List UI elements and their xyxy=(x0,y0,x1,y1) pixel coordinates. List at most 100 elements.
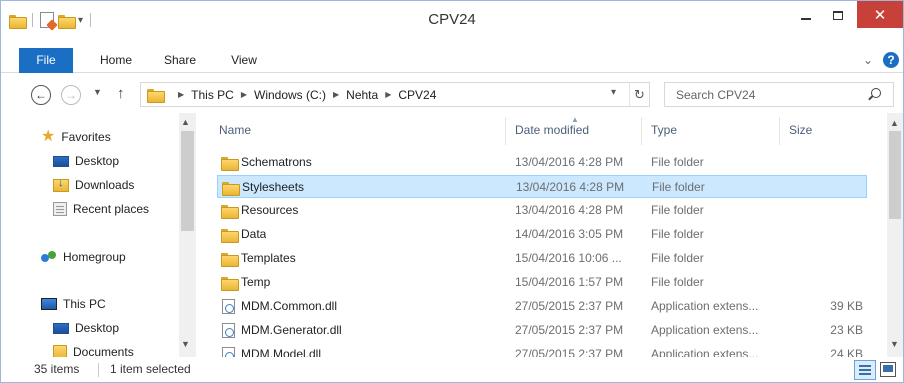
tab-view[interactable]: View xyxy=(222,48,266,73)
scroll-down-chevron-icon[interactable]: ▼ xyxy=(181,339,190,349)
nav-favorites[interactable]: ★ Favorites xyxy=(41,127,111,147)
nav-homegroup[interactable]: Homegroup xyxy=(41,247,126,267)
file-type: File folder xyxy=(651,227,704,241)
folder-icon xyxy=(221,276,239,291)
file-type: Application extens... xyxy=(651,299,759,313)
file-date-modified: 13/04/2016 4:28 PM xyxy=(515,203,624,217)
status-separator xyxy=(98,363,99,377)
maximize-button[interactable] xyxy=(823,1,853,29)
file-size xyxy=(807,223,863,246)
table-row[interactable]: Temp 15/04/2016 1:57 PM File folder xyxy=(217,271,867,294)
table-row[interactable]: Templates 15/04/2016 10:06 ... File folder xyxy=(217,247,867,270)
folder-icon xyxy=(221,228,239,243)
file-name: MDM.Generator.dll xyxy=(241,323,342,337)
close-icon: ✕ xyxy=(873,6,887,24)
item-count: 35 items xyxy=(34,362,80,376)
breadcrumb-this-pc[interactable]: This PC xyxy=(191,88,234,102)
column-header-date-modified[interactable]: Date modified xyxy=(515,123,589,137)
breadcrumb: ▶ This PC ▶ Windows (C:) ▶ Nehta ▶ CPV24 xyxy=(171,83,436,106)
up-button[interactable]: ↑ xyxy=(117,85,125,102)
details-view-icon[interactable] xyxy=(854,360,876,380)
dll-file-icon xyxy=(222,347,235,357)
search-box xyxy=(664,82,894,107)
address-dropdown-chevron-icon[interactable]: ▾ xyxy=(611,87,616,98)
folder-icon xyxy=(222,181,240,196)
column-header-type[interactable]: Type xyxy=(651,123,677,137)
nav-item-label: Desktop xyxy=(75,154,120,168)
recent-locations-chevron-icon[interactable]: ▼ xyxy=(93,87,102,97)
large-icons-view-icon[interactable] xyxy=(880,362,896,377)
column-separator[interactable] xyxy=(505,117,506,145)
table-row[interactable]: Schematrons 13/04/2016 4:28 PM File folder xyxy=(217,151,867,174)
scroll-up-chevron-icon[interactable]: ▲ xyxy=(890,118,899,128)
nav-item-documents[interactable]: Documents xyxy=(53,342,134,357)
breadcrumb-separator-icon[interactable]: ▶ xyxy=(241,90,247,99)
expand-ribbon-chevron-icon[interactable]: ⌄ xyxy=(863,48,873,73)
file-type: File folder xyxy=(651,203,704,217)
tab-file[interactable]: File xyxy=(19,48,73,73)
nav-item-downloads[interactable]: Downloads xyxy=(53,175,134,195)
nav-item-desktop[interactable]: Desktop xyxy=(53,151,119,171)
file-date-modified: 27/05/2015 2:37 PM xyxy=(515,299,624,313)
breadcrumb-windows-c[interactable]: Windows (C:) xyxy=(254,88,326,102)
ribbon-tabs: File Home Share View ⌄ ? xyxy=(1,48,903,73)
table-row[interactable]: MDM.Model.dll 27/05/2015 2:37 PM Applicati… xyxy=(217,343,867,357)
nav-item-label: Homegroup xyxy=(63,250,126,264)
back-button[interactable]: ← xyxy=(31,85,51,105)
search-input[interactable] xyxy=(665,83,865,106)
breadcrumb-separator-icon[interactable]: ▶ xyxy=(385,90,391,99)
file-date-modified: 15/04/2016 1:57 PM xyxy=(515,275,624,289)
table-row[interactable]: Data 14/04/2016 3:05 PM File folder xyxy=(217,223,867,246)
selection-count: 1 item selected xyxy=(110,362,191,376)
folder-icon xyxy=(147,88,165,103)
nav-this-pc[interactable]: This PC xyxy=(41,294,106,314)
column-separator[interactable] xyxy=(779,117,780,145)
file-size xyxy=(808,176,864,199)
minimize-button[interactable] xyxy=(791,1,821,29)
nav-item-label: Desktop xyxy=(75,321,120,335)
search-icon[interactable] xyxy=(871,88,881,98)
desktop-icon xyxy=(53,322,69,334)
breadcrumb-separator-icon[interactable]: ▶ xyxy=(178,90,184,99)
address-bar[interactable]: ▶ This PC ▶ Windows (C:) ▶ Nehta ▶ CPV24… xyxy=(140,82,650,107)
file-size xyxy=(807,151,863,174)
forward-button[interactable]: → xyxy=(61,85,81,105)
file-size xyxy=(807,271,863,294)
maximize-icon xyxy=(833,10,843,20)
refresh-icon[interactable]: ↻ xyxy=(629,83,649,106)
help-icon[interactable]: ? xyxy=(883,52,899,68)
nav-pane-scroll-thumb[interactable] xyxy=(181,131,194,231)
table-row[interactable]: MDM.Generator.dll 27/05/2015 2:37 PM Appli… xyxy=(217,319,867,342)
file-list-scroll-thumb[interactable] xyxy=(889,131,901,219)
nav-item-label: Documents xyxy=(73,345,134,357)
nav-item-recent-places[interactable]: Recent places xyxy=(53,199,149,219)
scroll-up-chevron-icon[interactable]: ▲ xyxy=(181,117,190,127)
file-name: Schematrons xyxy=(241,155,312,169)
breadcrumb-nehta[interactable]: Nehta xyxy=(346,88,378,102)
table-row[interactable]: Resources 13/04/2016 4:28 PM File folder xyxy=(217,199,867,222)
column-header-name[interactable]: Name xyxy=(219,123,251,137)
dll-file-icon xyxy=(222,299,235,314)
close-button[interactable]: ✕ xyxy=(857,1,903,28)
file-name: Temp xyxy=(241,275,271,289)
table-row[interactable]: MDM.Common.dll 27/05/2015 2:37 PM Applicat… xyxy=(217,295,867,318)
file-date-modified: 15/04/2016 10:06 ... xyxy=(515,251,622,265)
file-type: Application extens... xyxy=(651,323,759,337)
nav-item-label: This PC xyxy=(63,297,106,311)
nav-item-pc-desktop[interactable]: Desktop xyxy=(53,318,119,338)
column-header-size[interactable]: Size xyxy=(789,123,812,137)
table-row[interactable]: Stylesheets 13/04/2016 4:28 PM File folder xyxy=(217,175,867,198)
column-separator[interactable] xyxy=(641,117,642,145)
tab-home[interactable]: Home xyxy=(90,48,142,73)
breadcrumb-cpv24[interactable]: CPV24 xyxy=(398,88,436,102)
nav-item-label: Downloads xyxy=(75,178,135,192)
file-name: Resources xyxy=(241,203,299,217)
breadcrumb-separator-icon[interactable]: ▶ xyxy=(333,90,339,99)
file-name: MDM.Model.dll xyxy=(241,347,322,357)
file-type: File folder xyxy=(651,155,704,169)
file-type: Application extens... xyxy=(651,347,759,357)
file-size: 39 KB xyxy=(830,299,863,313)
tab-share[interactable]: Share xyxy=(158,48,202,73)
scroll-down-chevron-icon[interactable]: ▼ xyxy=(890,339,899,349)
file-date-modified: 13/04/2016 4:28 PM xyxy=(516,180,625,194)
